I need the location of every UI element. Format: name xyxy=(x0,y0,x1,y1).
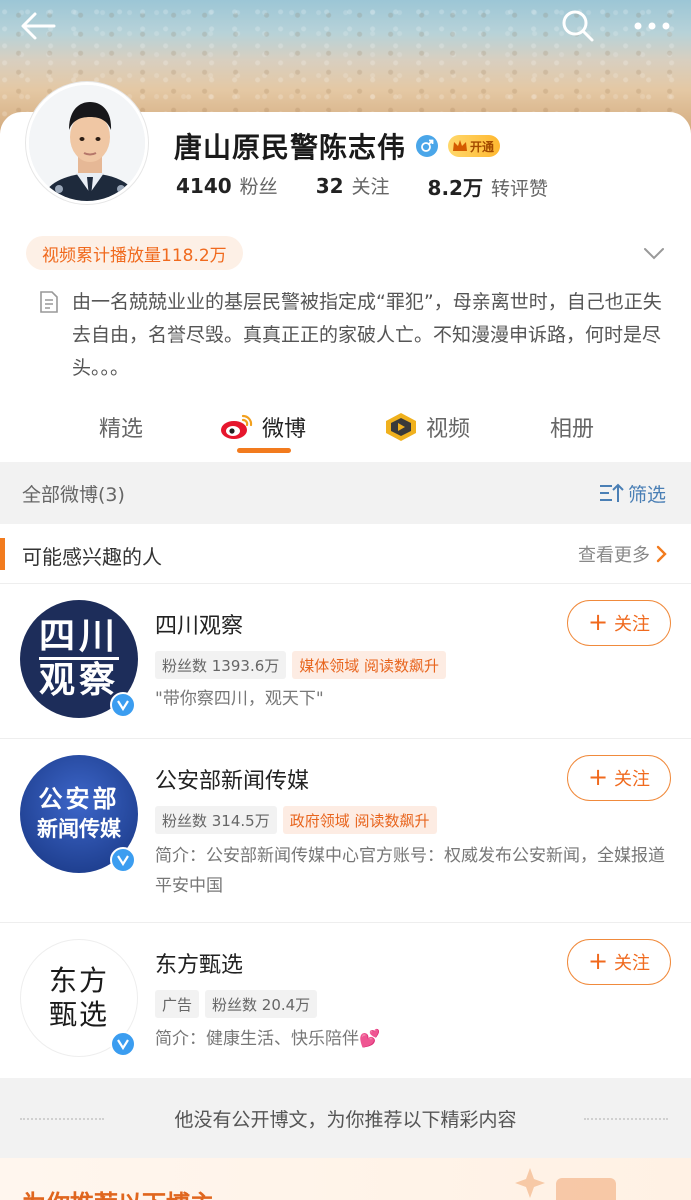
filter-sort-icon xyxy=(600,483,624,502)
plus-icon: + xyxy=(587,608,609,636)
likes-label: 转评赞 xyxy=(490,178,548,200)
all-posts-count: 全部微博(3) xyxy=(22,483,125,506)
avatar-text: 四川 xyxy=(38,616,119,660)
person-avatar[interactable]: 东方 甄选 xyxy=(20,939,138,1057)
person-desc: 简介：健康生活、快乐陪伴💕 xyxy=(155,1029,381,1049)
crown-icon xyxy=(453,140,468,151)
follow-label: 关注 xyxy=(614,953,651,974)
avatar-text: 东方 xyxy=(48,964,109,997)
follow-button[interactable]: + 关注 xyxy=(567,939,671,985)
suggest-header: 可能感兴趣的人 查看更多 xyxy=(0,524,691,584)
person-name[interactable]: 东方甄选 xyxy=(155,947,243,979)
profile-tabs: 精选 微博 视频 相册 xyxy=(0,400,691,462)
person-tags: 粉丝数 314.5万 政府领域 阅读数飙升 xyxy=(155,806,437,834)
verified-v-icon xyxy=(110,1031,136,1057)
following-label: 关注 xyxy=(351,176,390,198)
tab-label: 相册 xyxy=(550,417,595,442)
chevron-right-icon xyxy=(656,545,667,563)
profile-name: 唐山原民警陈志伟 xyxy=(174,131,407,164)
follower-tag: 粉丝数 314.5万 xyxy=(155,806,277,834)
profile-bio: 由一名兢兢业业的基层民警被指定成“罪犯”，母亲离世时，自己也正失去自由，名誉尽毁… xyxy=(72,291,662,379)
verified-v-icon xyxy=(110,847,136,873)
person-tags: 粉丝数 1393.6万 媒体领域 阅读数飙升 xyxy=(155,651,447,679)
decor-box xyxy=(556,1178,616,1200)
vip-label: 开通 xyxy=(470,139,495,154)
likes-stat[interactable]: 8.2万 转评赞 xyxy=(428,172,548,201)
tab-featured[interactable]: 精选 xyxy=(99,400,143,454)
search-icon[interactable] xyxy=(558,6,598,46)
following-stat[interactable]: 32 关注 xyxy=(316,172,390,201)
video-hex-icon xyxy=(386,413,416,441)
male-icon xyxy=(416,135,439,157)
person-tags: 广告 粉丝数 20.4万 xyxy=(155,990,318,1018)
profile-avatar[interactable] xyxy=(26,82,148,204)
avatar-text: 公安部 xyxy=(38,785,120,813)
tab-weibo[interactable]: 微博 xyxy=(220,400,306,454)
divider-dots xyxy=(20,1118,104,1120)
follow-label: 关注 xyxy=(614,614,651,635)
tab-label: 视频 xyxy=(426,417,471,442)
followers-count: 4140 xyxy=(176,174,232,198)
person-name[interactable]: 公安部新闻传媒 xyxy=(155,763,309,795)
suggest-person[interactable]: 东方 甄选 东方甄选 广告 粉丝数 20.4万 简介：健康生活、快乐陪伴💕 + … xyxy=(0,923,691,1078)
see-more-label: 查看更多 xyxy=(578,545,650,566)
person-desc: 简介：公安部新闻传媒中心官方账号：权威发布公安新闻，全媒报道平安中国 xyxy=(155,846,665,896)
filter-label: 筛选 xyxy=(628,483,667,506)
tab-label: 精选 xyxy=(99,417,144,442)
domain-tag: 媒体领域 阅读数飙升 xyxy=(292,651,447,679)
more-dots-icon[interactable] xyxy=(632,6,672,46)
weibo-logo-icon xyxy=(221,414,253,439)
follower-tag: 粉丝数 20.4万 xyxy=(205,990,318,1018)
no-posts-notice: 他没有公开博文，为你推荐以下精彩内容 xyxy=(0,1078,691,1158)
active-tab-indicator xyxy=(237,448,291,453)
section-accent xyxy=(0,538,5,570)
verified-v-icon xyxy=(110,692,136,718)
see-more-link[interactable]: 查看更多 xyxy=(578,541,668,567)
followers-stat[interactable]: 4140 粉丝 xyxy=(176,172,278,201)
back-arrow-icon[interactable] xyxy=(18,6,58,46)
tab-label: 微博 xyxy=(262,417,307,442)
likes-count: 8.2万 xyxy=(427,176,483,200)
person-desc: "带你察四川，观天下" xyxy=(155,689,324,709)
follow-label: 关注 xyxy=(614,769,651,790)
follower-tag: 粉丝数 1393.6万 xyxy=(155,651,287,679)
document-icon xyxy=(38,290,62,314)
divider-dots xyxy=(584,1118,668,1120)
ad-tag: 广告 xyxy=(155,990,200,1018)
person-avatar[interactable]: 四川 观察 xyxy=(20,600,138,718)
plus-icon: + xyxy=(587,947,609,975)
suggest-person[interactable]: 公安部 新闻传媒 公安部新闻传媒 粉丝数 314.5万 政府领域 阅读数飙升 简… xyxy=(0,739,691,923)
follow-button[interactable]: + 关注 xyxy=(567,600,671,646)
no-posts-text: 他没有公开博文，为你推荐以下精彩内容 xyxy=(174,1108,517,1131)
following-count: 32 xyxy=(315,174,344,198)
person-name[interactable]: 四川观察 xyxy=(155,608,243,640)
person-avatar[interactable]: 公安部 新闻传媒 xyxy=(20,755,138,873)
profile-name-row: 唐山原民警陈志伟 开通 xyxy=(174,126,501,166)
chevron-down-icon[interactable] xyxy=(640,240,668,268)
vip-open-badge[interactable]: 开通 xyxy=(448,135,501,157)
recommend-section: 为你推荐以下博主 xyxy=(0,1158,691,1200)
recommend-title: 为你推荐以下博主 xyxy=(22,1184,214,1200)
suggest-person[interactable]: 四川 观察 四川观察 粉丝数 1393.6万 媒体领域 阅读数飙升 "带你察四川… xyxy=(0,584,691,739)
avatar-text: 甄选 xyxy=(48,998,109,1031)
tab-album[interactable]: 相册 xyxy=(550,400,594,454)
suggest-title: 可能感兴趣的人 xyxy=(22,545,162,569)
avatar-text: 新闻传媒 xyxy=(37,817,121,841)
filter-button[interactable]: 筛选 xyxy=(598,480,666,507)
filter-bar: 全部微博(3) 筛选 xyxy=(0,462,691,524)
tab-video[interactable]: 视频 xyxy=(384,400,470,454)
plus-icon: + xyxy=(587,763,609,791)
sparkle-icon xyxy=(515,1168,545,1198)
avatar-text: 观察 xyxy=(38,659,119,701)
profile-stats: 4140 粉丝 32 关注 8.2万 转评赞 xyxy=(176,172,586,201)
video-plays-badge[interactable]: 视频累计播放量118.2万 xyxy=(26,236,243,270)
followers-label: 粉丝 xyxy=(239,176,278,198)
domain-tag: 政府领域 阅读数飙升 xyxy=(282,806,437,834)
follow-button[interactable]: + 关注 xyxy=(567,755,671,801)
